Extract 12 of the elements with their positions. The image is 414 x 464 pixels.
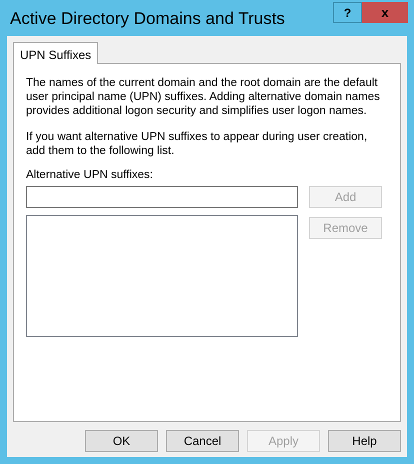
suffix-list[interactable]: [26, 215, 298, 338]
tab[interactable]: UPN Suffixes: [13, 42, 98, 64]
description-text: If you want alternative UPN suffixes to appear during user creation, add them to the following list.: [26, 130, 368, 158]
window-title: Active Directory Domains and Trusts: [9, 8, 286, 30]
help-button[interactable]: ?: [333, 2, 362, 23]
dialog-button[interactable]: OK: [85, 430, 158, 452]
dialog-button[interactable]: Cancel: [166, 430, 239, 452]
field-label: Alternative UPN suffixes:: [26, 168, 154, 183]
description-text: The names of the current domain and the root domain are the default user principal name (UPN) suffixes. Adding alternative domain names provides additional logon security and simplifies user logon names.: [26, 76, 381, 118]
close-button[interactable]: x: [362, 2, 408, 23]
suffix-input[interactable]: [26, 186, 298, 208]
dialog-button[interactable]: Help: [328, 430, 401, 452]
